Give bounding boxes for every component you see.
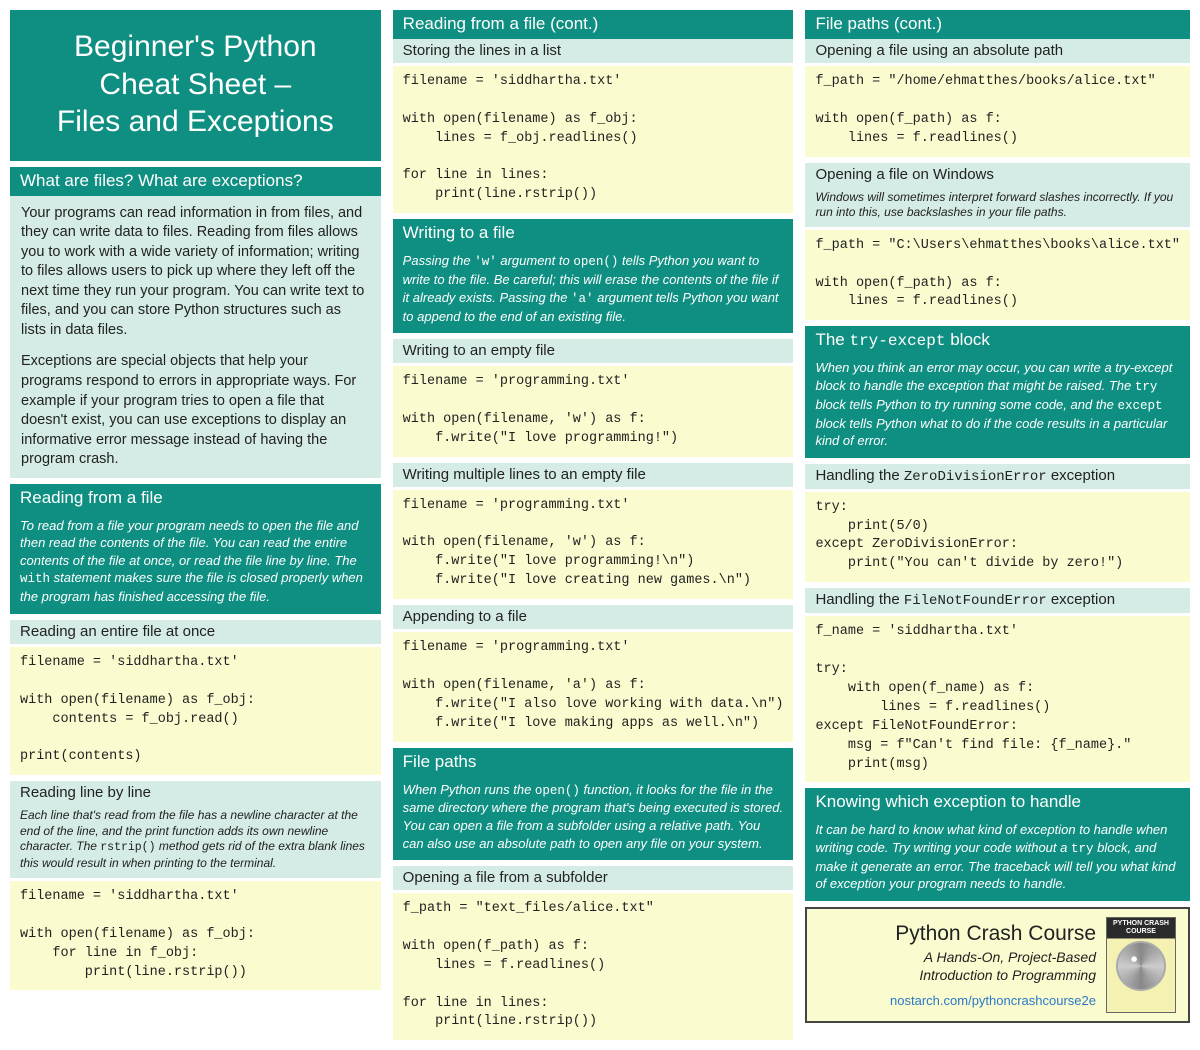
paths-cont-head: File paths (cont.) [805,10,1190,39]
reading-sub-1: Reading an entire file at once [10,620,381,644]
book-cover-icon: PYTHON CRASH COURSE [1106,917,1176,1013]
writing-sub-3: Appending to a file [393,605,794,629]
writing-sub-2: Writing multiple lines to an empty file [393,463,794,487]
writing-head: Writing to a file [393,219,794,248]
writing-desc: Passing the 'w' argument to open() tells… [393,248,794,333]
intro-body: Your programs can read information in fr… [10,196,381,478]
knowing-desc: It can be hard to know what kind of exce… [805,817,1190,901]
writing-code-2: filename = 'programming.txt' with open(f… [393,490,794,599]
reading-desc: To read from a file your program needs t… [10,513,381,614]
column-1: Beginner's Python Cheat Sheet – Files an… [10,10,381,990]
reading-cont-head: Reading from a file (cont.) [393,10,794,39]
reading-head: Reading from a file [10,484,381,513]
reading-code-2: filename = 'siddhartha.txt' with open(fi… [10,881,381,990]
intro-p1: Your programs can read information in fr… [21,204,370,341]
tryexcept-code-1: try: print(5/0) except ZeroDivisionError… [805,492,1190,583]
book-cover-label: PYTHON CRASH COURSE [1107,918,1175,937]
paths-cont-sub-2: Opening a file on Windows [805,163,1190,187]
tryexcept-sub-1: Handling the ZeroDivisionError exception [805,464,1190,489]
column-2: Reading from a file (cont.) Storing the … [393,10,794,1040]
book-cover-art-icon [1116,941,1166,991]
tryexcept-sub-2: Handling the FileNotFoundError exception [805,588,1190,613]
paths-code-1: f_path = "text_files/alice.txt" with ope… [393,893,794,1040]
paths-desc: When Python runs the open() function, it… [393,777,794,861]
intro-p2: Exceptions are special objects that help… [21,352,370,469]
paths-cont-code-1: f_path = "/home/ehmatthes/books/alice.tx… [805,66,1190,157]
intro-head: What are files? What are exceptions? [10,167,381,196]
tryexcept-desc: When you think an error may occur, you c… [805,355,1190,457]
reading-cont-code-1: filename = 'siddhartha.txt' with open(fi… [393,66,794,213]
tryexcept-head: The try-except block [805,326,1190,355]
paths-cont-note-2: Windows will sometimes interpret forward… [805,187,1190,227]
paths-cont-code-2: f_path = "C:\Users\ehmatthes\books\alice… [805,230,1190,321]
writing-sub-1: Writing to an empty file [393,339,794,363]
paths-sub-1: Opening a file from a subfolder [393,866,794,890]
footer-title: Python Crash Course [819,922,1096,946]
footer-link[interactable]: nostarch.com/pythoncrashcourse2e [819,993,1096,1008]
footer-card: Python Crash Course A Hands-On, Project-… [805,907,1190,1023]
page-title: Beginner's Python Cheat Sheet – Files an… [10,10,381,161]
reading-cont-sub-1: Storing the lines in a list [393,39,794,63]
reading-sub-2: Reading line by line [10,781,381,805]
reading-note-2: Each line that's read from the file has … [10,805,381,878]
reading-code-1: filename = 'siddhartha.txt' with open(fi… [10,647,381,775]
paths-cont-sub-1: Opening a file using an absolute path [805,39,1190,63]
footer-subtitle: A Hands-On, Project-Based Introduction t… [819,948,1096,984]
paths-head: File paths [393,748,794,777]
knowing-head: Knowing which exception to handle [805,788,1190,817]
tryexcept-code-2: f_name = 'siddhartha.txt' try: with open… [805,616,1190,782]
writing-code-1: filename = 'programming.txt' with open(f… [393,366,794,457]
column-3: File paths (cont.) Opening a file using … [805,10,1190,1023]
writing-code-3: filename = 'programming.txt' with open(f… [393,632,794,741]
